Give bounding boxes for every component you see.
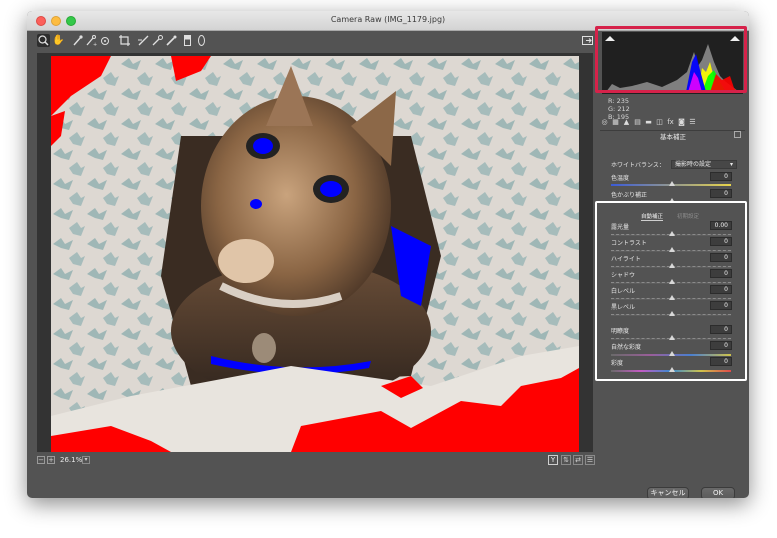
straighten-icon[interactable]	[137, 34, 150, 47]
toggle-view-icon[interactable]: ☰	[585, 455, 595, 465]
detail-icon[interactable]: ▲	[622, 118, 631, 127]
tint-value[interactable]: 0	[710, 189, 732, 198]
camera-raw-window: Camera Raw (IMG_1179.jpg) ✋ + − + 26.1% …	[27, 11, 749, 498]
cat-photo	[51, 56, 579, 452]
blacks-value[interactable]: 0	[710, 301, 732, 310]
spot-removal-icon[interactable]	[151, 34, 164, 47]
ok-button[interactable]: OK	[701, 487, 735, 498]
before-after-button[interactable]: Y	[548, 455, 558, 465]
target-adjust-icon[interactable]	[99, 34, 112, 47]
white-balance-label: ホワイトバランス：	[611, 162, 665, 169]
crop-icon[interactable]	[118, 34, 131, 47]
hand-icon[interactable]: ✋	[52, 34, 65, 47]
red-eye-icon[interactable]	[165, 34, 178, 47]
lens-icon[interactable]: ◫	[655, 118, 664, 127]
contrast-value[interactable]: 0	[710, 237, 732, 246]
zoom-icon[interactable]	[37, 34, 50, 47]
presets-icon[interactable]: ☰	[688, 118, 697, 127]
saturation-value[interactable]: 0	[710, 357, 732, 366]
settings-panel: R: 235 G: 212 B: 195 ◎ ▦ ▲ ▤ ▬ ◫ fx ◙ ☰ …	[597, 31, 749, 479]
vibrance-thumb[interactable]	[669, 351, 675, 356]
basic-panel-icon[interactable]: ◎	[600, 118, 609, 127]
open-panel-icon[interactable]	[581, 34, 594, 47]
copy-settings-icon[interactable]: ⇄	[573, 455, 583, 465]
whites-value[interactable]: 0	[710, 285, 732, 294]
split-toning-icon[interactable]: ▬	[644, 118, 653, 127]
swap-settings-icon[interactable]: ⇅	[561, 455, 571, 465]
panel-tabs: ◎ ▦ ▲ ▤ ▬ ◫ fx ◙ ☰	[600, 118, 745, 128]
graduated-filter-icon[interactable]	[181, 34, 194, 47]
zoom-bar: − + 26.1% ▾ Y ⇅ ⇄ ☰	[27, 452, 597, 470]
highlights-thumb[interactable]	[669, 263, 675, 268]
temperature-value[interactable]: 0	[710, 172, 732, 181]
shadows-value[interactable]: 0	[710, 269, 732, 278]
saturation-thumb[interactable]	[669, 367, 675, 372]
zoom-dropdown[interactable]: ▾	[82, 456, 90, 464]
cancel-button[interactable]: キャンセル	[647, 487, 689, 498]
white-balance-select[interactable]: 撮影時の設定 ▾	[671, 160, 737, 169]
zoom-level: 26.1%	[60, 456, 83, 464]
temperature-label: 色温度	[611, 175, 630, 182]
histogram	[602, 32, 743, 94]
svg-text:+: +	[93, 42, 97, 47]
saturation-label: 彩度	[611, 360, 624, 367]
exposure-label: 露光量	[611, 224, 630, 231]
highlights-label: ハイライト	[611, 256, 641, 263]
temperature-thumb[interactable]	[669, 181, 675, 186]
blacks-thumb[interactable]	[669, 311, 675, 316]
hsl-icon[interactable]: ▤	[633, 118, 642, 127]
rgb-readout-g: G: 212	[608, 105, 630, 113]
white-balance-icon[interactable]	[71, 34, 84, 47]
vibrance-label: 自然な彩度	[611, 344, 642, 351]
vibrance-value[interactable]: 0	[710, 341, 732, 350]
color-sampler-icon[interactable]: +	[85, 34, 98, 48]
panel-menu-icon[interactable]	[734, 131, 741, 138]
shadows-label: シャドウ	[611, 272, 636, 279]
tint-label: 色かぶり補正	[611, 192, 648, 199]
title-bar: Camera Raw (IMG_1179.jpg)	[27, 11, 749, 31]
image-canvas[interactable]	[37, 53, 593, 452]
exposure-value[interactable]: 0.00	[710, 221, 732, 230]
chevron-down-icon: ▾	[729, 161, 733, 168]
tone-curve-icon[interactable]: ▦	[611, 118, 620, 127]
zoom-out-button[interactable]: −	[37, 456, 45, 464]
window-title: Camera Raw (IMG_1179.jpg)	[330, 15, 446, 24]
blacks-label: 黒レベル	[611, 304, 636, 311]
rgb-readout-r: R: 235	[608, 97, 630, 105]
highlights-value[interactable]: 0	[710, 253, 732, 262]
clarity-label: 明瞭度	[611, 328, 630, 335]
contrast-thumb[interactable]	[669, 247, 675, 252]
camera-calibration-icon[interactable]: ◙	[677, 118, 686, 127]
effects-icon[interactable]: fx	[666, 118, 675, 127]
zoom-in-button[interactable]: +	[47, 456, 55, 464]
clarity-value[interactable]: 0	[710, 325, 732, 334]
section-title: 基本補正	[660, 133, 686, 141]
tint-thumb[interactable]	[669, 198, 675, 203]
shadows-thumb[interactable]	[669, 279, 675, 284]
radial-filter-icon[interactable]	[195, 34, 208, 47]
auto-tab[interactable]: 自動補正	[641, 212, 664, 221]
exposure-thumb[interactable]	[669, 231, 675, 236]
contrast-label: コントラスト	[611, 240, 647, 247]
clarity-thumb[interactable]	[669, 335, 675, 340]
whites-thumb[interactable]	[669, 295, 675, 300]
whites-label: 白レベル	[611, 288, 636, 295]
default-tab[interactable]: 初期設定	[677, 212, 699, 220]
